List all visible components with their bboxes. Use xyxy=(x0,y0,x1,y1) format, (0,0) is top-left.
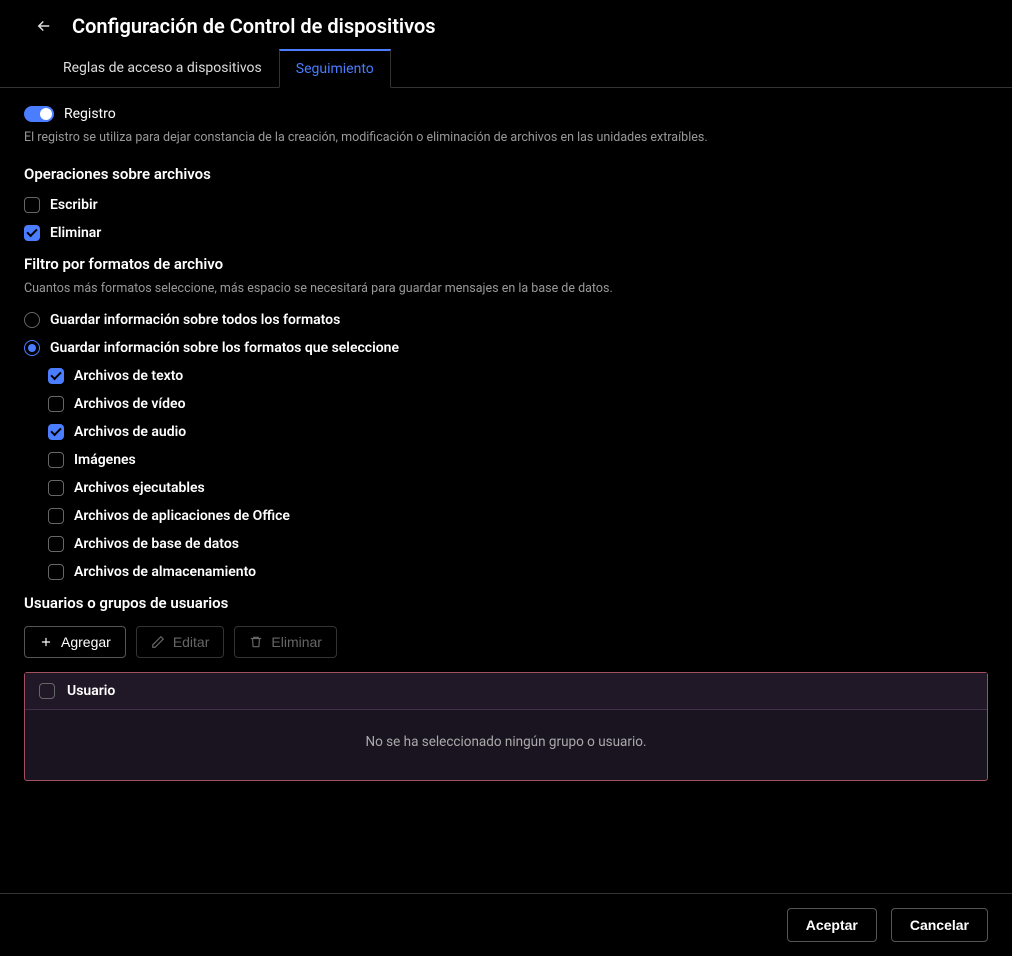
radio-all-row: Guardar información sobre todos los form… xyxy=(24,312,988,328)
add-button[interactable]: Agregar xyxy=(24,626,126,658)
filter-title: Filtro por formatos de archivo xyxy=(24,255,988,273)
fmt-audio-label: Archivos de audio xyxy=(74,424,186,440)
fmt-video-label: Archivos de vídeo xyxy=(74,396,186,412)
fmt-exe-label: Archivos ejecutables xyxy=(74,480,205,496)
fmt-storage-checkbox[interactable] xyxy=(48,564,64,580)
fmt-video-checkbox[interactable] xyxy=(48,396,64,412)
op-write-row: Escribir xyxy=(24,197,988,213)
fmt-db-checkbox[interactable] xyxy=(48,536,64,552)
pencil-icon xyxy=(151,635,165,649)
fmt-db-label: Archivos de base de datos xyxy=(74,536,239,552)
accept-button[interactable]: Aceptar xyxy=(787,908,877,942)
page-title: Configuración de Control de dispositivos xyxy=(72,14,436,38)
fmt-audio-checkbox[interactable] xyxy=(48,424,64,440)
fmt-images-label: Imágenes xyxy=(74,452,136,468)
radio-selected-row: Guardar información sobre los formatos q… xyxy=(24,340,988,356)
fmt-exe-checkbox[interactable] xyxy=(48,480,64,496)
add-label: Agregar xyxy=(61,634,111,650)
fmt-text-label: Archivos de texto xyxy=(74,368,183,384)
users-title: Usuarios o grupos de usuarios xyxy=(24,594,988,612)
user-column-header: Usuario xyxy=(67,683,115,699)
registro-row: Registro xyxy=(24,106,988,122)
registro-desc: El registro se utiliza para dejar consta… xyxy=(24,130,988,145)
radio-all-formats[interactable] xyxy=(24,312,40,328)
op-delete-label: Eliminar xyxy=(50,225,101,241)
trash-icon xyxy=(249,635,263,649)
fmt-images-checkbox[interactable] xyxy=(48,452,64,468)
radio-selected-label: Guardar información sobre los formatos q… xyxy=(50,340,399,356)
fmt-office-label: Archivos de aplicaciones de Office xyxy=(74,508,290,524)
fmt-storage-label: Archivos de almacenamiento xyxy=(74,564,256,580)
delete-label: Eliminar xyxy=(271,634,322,650)
content: Registro El registro se utiliza para dej… xyxy=(0,88,1012,799)
tabs: Reglas de acceso a dispositivos Seguimie… xyxy=(0,48,1012,88)
users-table-header: Usuario xyxy=(25,673,987,710)
filter-hint: Cuantos más formatos seleccione, más esp… xyxy=(24,281,988,296)
users-empty-message: No se ha seleccionado ningún grupo o usu… xyxy=(25,710,987,780)
plus-icon xyxy=(39,635,53,649)
footer: Aceptar Cancelar xyxy=(0,893,1012,956)
radio-selected-formats[interactable] xyxy=(24,340,40,356)
select-all-checkbox[interactable] xyxy=(39,683,55,699)
back-button[interactable] xyxy=(34,16,54,36)
operations-title: Operaciones sobre archivos xyxy=(24,165,988,183)
cancel-button[interactable]: Cancelar xyxy=(891,908,988,942)
registro-label: Registro xyxy=(64,106,116,122)
users-table: Usuario No se ha seleccionado ningún gru… xyxy=(24,672,988,781)
fmt-office-checkbox[interactable] xyxy=(48,508,64,524)
op-delete-checkbox[interactable] xyxy=(24,225,40,241)
format-list: Archivos de texto Archivos de vídeo Arch… xyxy=(48,368,988,580)
tab-access-rules[interactable]: Reglas de acceso a dispositivos xyxy=(46,49,279,88)
fmt-text-checkbox[interactable] xyxy=(48,368,64,384)
tab-tracking[interactable]: Seguimiento xyxy=(279,49,391,88)
op-write-checkbox[interactable] xyxy=(24,197,40,213)
delete-button[interactable]: Eliminar xyxy=(234,626,337,658)
op-delete-row: Eliminar xyxy=(24,225,988,241)
edit-button[interactable]: Editar xyxy=(136,626,225,658)
header: Configuración de Control de dispositivos xyxy=(0,0,1012,48)
registro-toggle[interactable] xyxy=(24,106,54,122)
edit-label: Editar xyxy=(173,634,210,650)
op-write-label: Escribir xyxy=(50,197,98,213)
radio-all-label: Guardar información sobre todos los form… xyxy=(50,312,340,328)
users-toolbar: Agregar Editar Eliminar xyxy=(24,626,988,658)
